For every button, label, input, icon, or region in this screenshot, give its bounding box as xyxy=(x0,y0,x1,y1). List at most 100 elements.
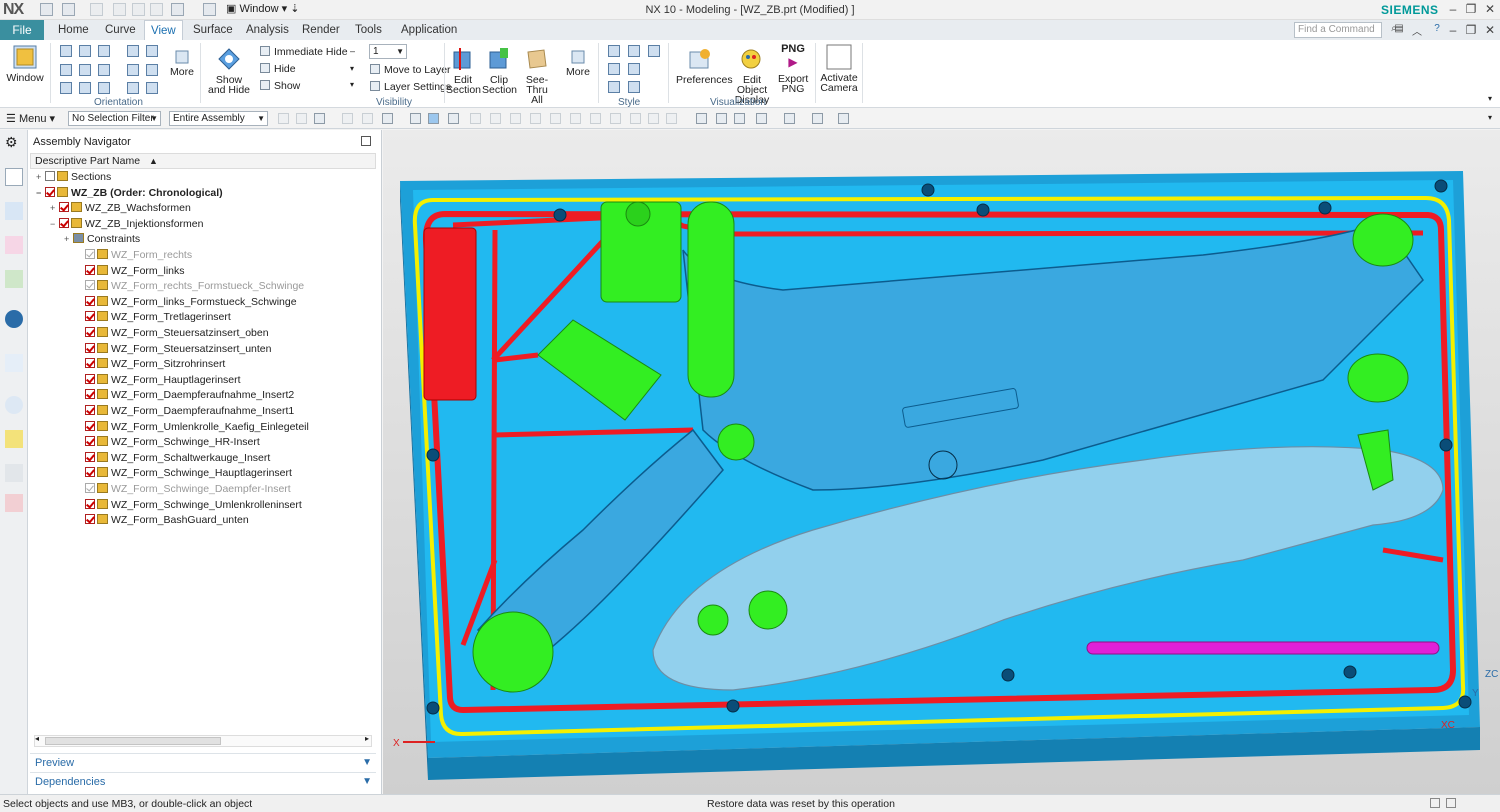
tree-row[interactable]: WZ_Form_Schwinge_Hauptlagerinsert xyxy=(76,466,292,481)
dropdown-arrow-icon[interactable]: ▾ xyxy=(350,64,354,73)
green-insert-mid-right[interactable] xyxy=(1347,353,1409,403)
tree-row[interactable]: WZ_Form_Daempferaufnahme_Insert1 xyxy=(76,404,294,419)
system-materials-icon[interactable] xyxy=(5,430,23,448)
tab-curve[interactable]: Curve xyxy=(99,20,142,40)
web-browser-icon[interactable] xyxy=(5,354,23,372)
intersection-icon[interactable] xyxy=(610,113,621,124)
select-all-icon[interactable] xyxy=(296,113,307,124)
filter-icon[interactable] xyxy=(314,113,325,124)
zoom-window-icon[interactable] xyxy=(716,113,727,124)
scroll-right-icon[interactable]: ▸ xyxy=(365,734,369,743)
green-insert-bottom-bracket[interactable] xyxy=(472,611,554,693)
restore-icon[interactable]: ❐ xyxy=(1462,2,1480,16)
green-insert-seattube[interactable] xyxy=(687,201,735,398)
tree-row[interactable]: WZ_Form_Schwinge_Daempfer-Insert xyxy=(76,482,291,497)
tree-row[interactable]: WZ_Form_rechts_Formstueck_Schwinge xyxy=(76,279,304,294)
tree-row[interactable]: − WZ_ZB (Order: Chronological) xyxy=(36,186,223,201)
deselect-icon[interactable] xyxy=(362,113,373,124)
selection-intent-icon[interactable] xyxy=(342,113,353,124)
tree-row[interactable]: WZ_Form_Steuersatzinsert_unten xyxy=(76,342,271,357)
rotate-view-icon[interactable] xyxy=(734,113,745,124)
view-right-icon[interactable] xyxy=(98,45,110,57)
gear-icon[interactable]: ⚙ xyxy=(5,134,23,152)
layer-select[interactable]: 1 ▼ xyxy=(369,44,407,59)
tree-row[interactable]: WZ_Form_Schwinge_HR-Insert xyxy=(76,435,260,450)
tree-expander-icon[interactable]: + xyxy=(64,232,73,246)
tree-expander-icon[interactable]: + xyxy=(36,170,45,184)
visibility-checkbox[interactable] xyxy=(85,358,95,369)
minimize-icon[interactable]: – xyxy=(1444,2,1462,16)
selection-scope-select[interactable]: Entire Assembly ▼ xyxy=(169,111,268,126)
tree-row[interactable]: − WZ_ZB_Injektionsformen xyxy=(50,217,203,232)
edit-section-button[interactable]: Edit Section xyxy=(446,46,481,95)
shaded-with-edges-icon[interactable] xyxy=(608,45,620,57)
assembly-navigator-icon[interactable] xyxy=(5,168,23,186)
face-analysis-icon[interactable] xyxy=(628,81,640,93)
tree-row[interactable]: WZ_Form_BashGuard_unten xyxy=(76,513,249,528)
line-icon[interactable] xyxy=(470,113,481,124)
tab-analysis[interactable]: Analysis xyxy=(240,20,295,40)
end-point-icon[interactable] xyxy=(530,113,541,124)
hd3d-tools-icon[interactable] xyxy=(5,310,23,328)
view-back-icon[interactable] xyxy=(60,64,72,76)
visibility-more-button[interactable]: More xyxy=(565,50,591,77)
ribbon-options-icon[interactable]: ▾ xyxy=(1488,94,1492,103)
window-button[interactable]: Window xyxy=(6,44,44,83)
tree-row[interactable]: WZ_Form_Hauptlagerinsert xyxy=(76,373,241,388)
visibility-checkbox[interactable] xyxy=(85,467,95,478)
wireframe-icon[interactable] xyxy=(608,63,620,75)
layout-icon[interactable]: ▤ xyxy=(1390,23,1408,34)
render-style-icon[interactable] xyxy=(784,113,795,124)
green-insert-top-right[interactable] xyxy=(1352,213,1414,267)
find-command-input[interactable]: Find a Command xyxy=(1294,22,1382,38)
orientation-more-button[interactable]: More xyxy=(170,50,194,77)
green-insert-pivot[interactable] xyxy=(717,423,755,461)
visibility-checkbox[interactable] xyxy=(85,514,95,525)
visibility-checkbox[interactable] xyxy=(85,264,95,275)
tree-row[interactable]: WZ_Form_Steuersatzinsert_oben xyxy=(76,326,269,341)
dropdown-arrow-icon[interactable]: ▾ xyxy=(350,80,354,89)
fit-view-icon[interactable] xyxy=(696,113,707,124)
arc-center-icon[interactable] xyxy=(570,113,581,124)
process-studio-icon[interactable] xyxy=(5,464,23,482)
constraint-navigator-icon[interactable] xyxy=(5,202,23,220)
tangent-icon[interactable] xyxy=(630,113,641,124)
hide-button[interactable]: Hide xyxy=(260,63,296,75)
doc-minimize-icon[interactable]: – xyxy=(1444,23,1462,37)
visibility-checkbox[interactable] xyxy=(85,420,95,431)
point-on-face-icon[interactable] xyxy=(666,113,677,124)
export-png-button[interactable]: PNG ▶ Export PNG xyxy=(778,44,808,95)
visibility-checkbox[interactable] xyxy=(85,249,95,259)
visibility-checkbox[interactable] xyxy=(59,202,69,213)
doc-close-icon[interactable]: ✕ xyxy=(1481,23,1499,37)
visibility-checkbox[interactable] xyxy=(85,451,95,462)
tree-row[interactable]: WZ_Form_Umlenkrolle_Kaefig_Einlegeteil xyxy=(76,420,309,435)
collapse-ribbon-icon[interactable]: ︿ xyxy=(1408,23,1426,38)
tree-row[interactable]: WZ_Form_Daempferaufnahme_Insert2 xyxy=(76,388,294,403)
curve-icon[interactable] xyxy=(490,113,501,124)
view-trimetric-icon[interactable] xyxy=(79,82,91,94)
part-navigator-icon[interactable] xyxy=(5,236,23,254)
maximize-icon[interactable] xyxy=(361,136,371,146)
view-top-icon[interactable] xyxy=(79,45,91,57)
shaded-icon[interactable] xyxy=(628,45,640,57)
visibility-checkbox[interactable] xyxy=(45,171,55,181)
scrollbar-thumb[interactable] xyxy=(45,737,221,745)
partial-shading-icon[interactable] xyxy=(648,45,660,57)
immediate-hide-button[interactable]: Immediate Hide xyxy=(260,46,348,58)
tab-view[interactable]: View xyxy=(144,20,183,40)
visibility-checkbox[interactable] xyxy=(45,186,55,197)
view-isometric-icon[interactable] xyxy=(60,82,72,94)
preview-panel-header[interactable]: Preview ▼ xyxy=(30,753,376,771)
point-on-curve-icon[interactable] xyxy=(648,113,659,124)
tree-row[interactable]: WZ_Form_Schwinge_Umlenkrolleninsert xyxy=(76,498,302,513)
view-front-icon[interactable] xyxy=(60,45,72,57)
tree-expander-icon[interactable]: − xyxy=(36,186,45,200)
tree-row[interactable]: WZ_Form_Schaltwerkauge_Insert xyxy=(76,451,270,466)
tab-render[interactable]: Render xyxy=(296,20,346,40)
tab-home[interactable]: Home xyxy=(52,20,95,40)
studio-icon[interactable] xyxy=(608,81,620,93)
tree-expander-icon[interactable]: + xyxy=(50,201,59,215)
select-icon[interactable] xyxy=(278,113,289,124)
move-to-layer-button[interactable]: Move to Layer xyxy=(370,64,451,76)
